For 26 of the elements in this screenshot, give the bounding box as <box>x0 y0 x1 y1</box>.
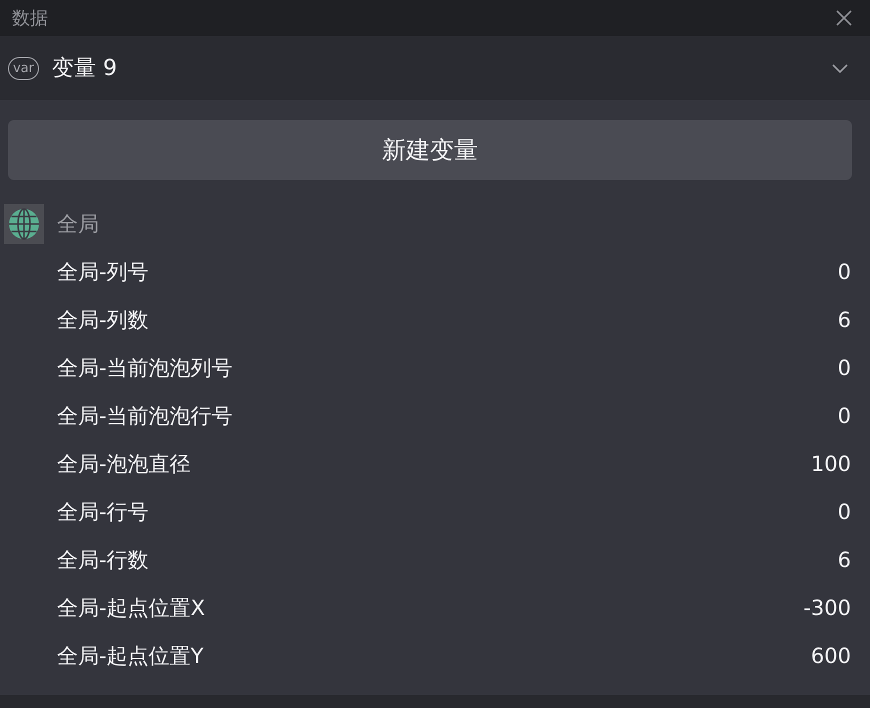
variable-value: 6 <box>838 308 851 332</box>
variable-name: 全局-当前泡泡行号 <box>57 403 233 430</box>
group-label: 全局 <box>57 211 99 238</box>
variable-value: -300 <box>803 596 851 620</box>
variable-name: 全局-起点位置Y <box>57 643 204 670</box>
variable-value: 100 <box>810 452 851 476</box>
variable-value: 0 <box>838 500 851 524</box>
close-button[interactable] <box>834 8 854 28</box>
variable-value: 0 <box>838 260 851 284</box>
close-icon <box>834 8 854 28</box>
variable-name: 全局-行号 <box>57 499 149 526</box>
panel-title: 数据 <box>12 7 48 30</box>
variable-name: 全局-当前泡泡列号 <box>57 355 233 382</box>
globe-icon <box>4 204 44 244</box>
dropdown-value: 变量 9 <box>52 55 117 83</box>
var-badge: var <box>8 56 39 80</box>
variable-name: 全局-起点位置X <box>57 595 205 622</box>
variable-name: 全局-列号 <box>57 259 149 286</box>
variable-value: 0 <box>838 356 851 380</box>
variable-value: 600 <box>810 644 851 668</box>
variable-name: 全局-泡泡直径 <box>57 451 191 478</box>
variable-value: 6 <box>838 548 851 572</box>
new-variable-button[interactable]: 新建变量 <box>8 120 852 180</box>
variable-value: 0 <box>838 404 851 428</box>
variable-name: 全局-列数 <box>57 307 149 334</box>
variable-name: 全局-行数 <box>57 547 149 574</box>
